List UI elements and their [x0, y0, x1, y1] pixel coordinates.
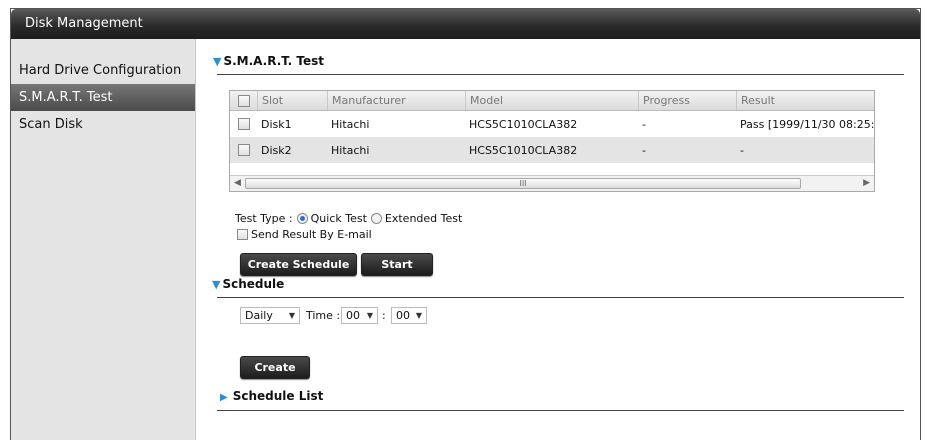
start-button[interactable]: Start	[361, 253, 433, 276]
test-type-row: Test Type : Quick Test Extended Test	[235, 212, 462, 225]
progress-cell: -	[642, 143, 646, 157]
schedule-list-heading-label: Schedule List	[232, 389, 324, 403]
create-button[interactable]: Create	[240, 356, 310, 379]
send-email-checkbox[interactable]	[237, 229, 248, 240]
extended-test-radio[interactable]	[370, 213, 382, 224]
scrollbar-grip: III	[519, 179, 527, 188]
hour-value: 00	[346, 309, 360, 322]
schedule-heading[interactable]: ▼ Schedule	[212, 277, 284, 291]
scroll-right-icon[interactable]: ▶	[863, 178, 870, 188]
disk-table: Slot Manufacturer Model Progress Result …	[229, 90, 875, 192]
section-divider	[217, 297, 904, 298]
result-cell: Pass [1999/11/30 08:25:26]	[740, 117, 874, 131]
progress-cell: -	[642, 117, 646, 131]
chevron-down-icon: ▼	[366, 311, 373, 320]
row-select-cell	[230, 111, 257, 137]
window-title: Disk Management	[11, 9, 920, 39]
scroll-left-icon[interactable]: ◀	[234, 178, 241, 188]
manufacturer-cell: Hitachi	[331, 117, 370, 131]
hour-select[interactable]: 00 ▼	[341, 307, 378, 324]
manufacturer-cell: Hitachi	[331, 143, 370, 157]
horizontal-scrollbar[interactable]: ◀ III ▶	[230, 175, 874, 191]
column-header-slot[interactable]: Slot	[257, 91, 327, 110]
row-checkbox[interactable]	[237, 144, 250, 156]
time-label: Time :	[306, 309, 341, 322]
frequency-value: Daily	[245, 309, 273, 322]
schedule-heading-label: Schedule	[222, 277, 285, 291]
sidebar-item-hard-drive-configuration[interactable]: Hard Drive Configuration	[11, 57, 195, 84]
scrollbar-thumb[interactable]: III	[245, 178, 801, 189]
minute-value: 00	[396, 309, 410, 322]
extended-test-label[interactable]: Extended Test	[385, 212, 462, 225]
smart-test-heading[interactable]: ▼ S.M.A.R.T. Test	[213, 54, 324, 68]
schedule-list-heading[interactable]: ▶ Schedule List	[220, 389, 323, 403]
column-header-manufacturer[interactable]: Manufacturer	[327, 91, 465, 110]
expand-arrow-icon: ▼	[212, 278, 221, 291]
column-header-progress[interactable]: Progress	[638, 91, 736, 110]
table-header: Slot Manufacturer Model Progress Result	[230, 91, 874, 111]
row-select-cell	[230, 137, 257, 163]
sidebar-item-smart-test[interactable]: S.M.A.R.T. Test	[11, 84, 195, 111]
section-divider	[217, 410, 904, 411]
row-checkbox[interactable]	[237, 118, 250, 130]
slot-cell: Disk2	[261, 143, 292, 157]
smart-test-heading-label: S.M.A.R.T. Test	[223, 54, 324, 68]
result-cell: -	[740, 143, 744, 157]
chevron-down-icon: ▼	[288, 311, 295, 320]
model-cell: HCS5C1010CLA382	[469, 143, 578, 157]
frequency-select[interactable]: Daily ▼	[240, 307, 300, 324]
create-schedule-button[interactable]: Create Schedule	[240, 253, 357, 276]
quick-test-radio[interactable]	[296, 213, 308, 224]
main-content: ▼ S.M.A.R.T. Test Slot Manufacturer Model…	[197, 39, 920, 440]
column-header-model[interactable]: Model	[465, 91, 638, 110]
chevron-down-icon: ▼	[415, 311, 422, 320]
section-divider	[217, 74, 904, 75]
column-header-result[interactable]: Result	[736, 91, 874, 110]
sidebar: Hard Drive Configuration S.M.A.R.T. Test…	[11, 39, 196, 440]
select-all-cell	[230, 91, 257, 110]
send-email-label[interactable]: Send Result By E-mail	[251, 228, 372, 241]
expand-arrow-icon: ▼	[213, 55, 222, 68]
test-type-label: Test Type :	[235, 212, 293, 225]
sidebar-item-scan-disk[interactable]: Scan Disk	[11, 111, 195, 138]
collapsed-arrow-icon: ▶	[220, 392, 228, 403]
quick-test-label[interactable]: Quick Test	[311, 212, 367, 225]
disk-management-window: Disk Management Hard Drive Configuration…	[10, 8, 921, 440]
email-row: Send Result By E-mail	[237, 228, 372, 241]
slot-cell: Disk1	[261, 117, 292, 131]
table-row[interactable]: Disk2 Hitachi HCS5C1010CLA382 - -	[230, 137, 874, 163]
select-all-checkbox[interactable]	[237, 94, 250, 107]
minute-select[interactable]: 00 ▼	[391, 307, 427, 324]
time-separator: :	[382, 309, 386, 322]
model-cell: HCS5C1010CLA382	[469, 117, 578, 131]
table-row[interactable]: Disk1 Hitachi HCS5C1010CLA382 - Pass [19…	[230, 111, 874, 137]
